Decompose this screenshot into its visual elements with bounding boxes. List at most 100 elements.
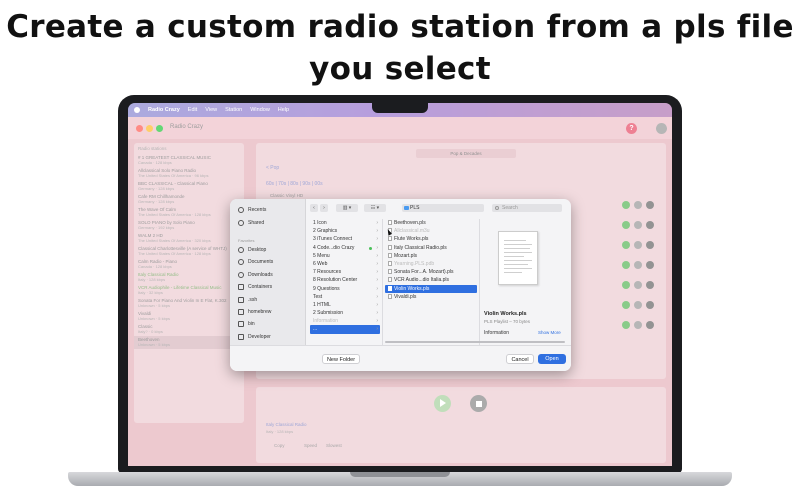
desktop-icon (238, 247, 244, 253)
menu-view[interactable]: View (205, 107, 217, 113)
headline-line-1: Create a custom radio station from a pls… (6, 9, 794, 45)
folder-list-item[interactable]: 2 Submission › (310, 309, 380, 317)
file-name: Beethoven.pls (394, 220, 426, 226)
menu-help[interactable]: Help (278, 107, 289, 113)
laptop-screen: Radio Crazy Edit View Station Window Hel… (128, 103, 672, 466)
file-list-item[interactable]: Mozart.pls (385, 252, 477, 260)
folder-name: 3 iTunes Connect (313, 236, 353, 243)
sidebar-item-location[interactable]: Downloads (238, 271, 273, 278)
menu-station[interactable]: Station (225, 107, 242, 113)
sidebar-item-location[interactable]: .ssh (238, 296, 257, 303)
folder-list-item[interactable]: 7 Resources › (310, 268, 380, 276)
search-icon (495, 206, 499, 210)
folder-name: 1 HTML (313, 301, 331, 308)
sidebar-item-location[interactable]: homebrew (238, 309, 271, 315)
dialog-toolbar: ‹ › ▥ ▾ ☷ ▾ PLS Search (306, 199, 571, 217)
file-icon (388, 293, 392, 299)
sidebar-item-location[interactable]: Developer (238, 333, 271, 340)
file-list-item[interactable]: Flute Works.pls (385, 235, 477, 243)
back-arrow-icon[interactable]: ‹ (310, 204, 318, 212)
folder-list-item[interactable]: 3 iTunes Connect › (310, 235, 380, 243)
folder-list-item[interactable]: 1 HTML › (310, 301, 380, 309)
file-name: Violin Works.pls (394, 285, 430, 292)
file-icon (388, 236, 392, 242)
file-name: Allclassical.m3u (394, 228, 430, 235)
column-view-icon[interactable]: ▥ ▾ (336, 204, 358, 212)
horizontal-scrollbar[interactable] (385, 341, 565, 343)
doc-line (504, 256, 524, 257)
sidebar-item-recents[interactable]: Recents (238, 207, 266, 213)
folder-list-item[interactable]: ... › (310, 325, 380, 334)
sidebar-item-shared[interactable]: Shared (238, 220, 264, 226)
folder-name: 5 Menu (313, 252, 330, 259)
headline: Create a custom radio station from a pls… (0, 6, 800, 90)
folder-name: 6 Web (313, 260, 328, 267)
column-divider[interactable] (382, 219, 383, 345)
folder-name: 2 Graphics (313, 228, 338, 235)
search-input[interactable]: Search (492, 204, 562, 212)
cancel-button[interactable]: Cancel (506, 354, 534, 364)
status-dot-icon (369, 246, 372, 250)
folder-icon (238, 309, 244, 315)
folder-list-item[interactable]: 6 Web › (310, 260, 380, 268)
sidebar-item-label: Desktop (248, 247, 267, 253)
menu-edit[interactable]: Edit (188, 107, 197, 113)
group-view-icon[interactable]: ☷ ▾ (364, 204, 386, 212)
file-list-item[interactable]: Yearning.PLS.pdb (385, 260, 477, 268)
path-label: PLS (410, 205, 420, 211)
menu-app-name[interactable]: Radio Crazy (148, 107, 180, 113)
dialog-footer: New Folder Cancel Open (230, 345, 571, 371)
sidebar-item-location[interactable]: Documents (238, 259, 273, 266)
folder-list-item[interactable]: 2 Graphics › (310, 227, 380, 235)
file-preview: Violin Works.pls PLS Playlist – 70 bytes… (482, 219, 568, 345)
browser-column-1: 1 Icon › 2 Graphics › 3 iTunes Connect › 4 Cod… (310, 219, 380, 345)
chevron-right-icon: › (376, 220, 378, 226)
search-placeholder: Search (502, 205, 518, 211)
show-more-link[interactable]: Show More (538, 330, 561, 335)
sidebar-item-location[interactable]: bin (238, 321, 255, 328)
path-popup[interactable]: PLS (402, 204, 484, 212)
file-list-item[interactable]: Violin Works.pls (385, 284, 477, 293)
file-list-item[interactable]: Sonata For...A. Mozart).pls (385, 268, 477, 276)
file-icon (388, 260, 392, 266)
chevron-right-icon: › (376, 293, 378, 300)
file-icon (388, 277, 392, 283)
file-list-item[interactable]: Allclassical.m3u (385, 227, 477, 235)
doc-line (504, 252, 532, 253)
folder-icon (404, 206, 409, 210)
sidebar-item-label: Shared (248, 220, 265, 226)
column-divider[interactable] (479, 219, 480, 345)
sidebar-item-location[interactable]: Containers (238, 284, 273, 291)
apple-icon[interactable] (134, 107, 140, 113)
file-list-item[interactable]: Italy Classical Radio.pls (385, 244, 477, 252)
folder-list-item[interactable]: 8 Resolution Center › (310, 276, 380, 284)
new-folder-button[interactable]: New Folder (322, 354, 360, 364)
browser-column-2: Beethoven.pls Allclassical.m3u Flute Works… (385, 219, 477, 345)
chevron-right-icon: › (376, 236, 378, 243)
menu-window[interactable]: Window (250, 107, 270, 113)
folder-list-item[interactable]: 9 Questions › (310, 285, 380, 293)
open-button[interactable]: Open (538, 354, 566, 364)
doc-line (504, 260, 532, 261)
sidebar-item-location[interactable]: Desktop (238, 247, 266, 253)
open-file-dialog: Recents Shared Favorites Desktop Document… (230, 199, 571, 371)
folder-icon (238, 333, 244, 340)
file-list-item[interactable]: Vivaldi.pls (385, 293, 477, 301)
file-list-item[interactable]: VCR Audio...dio Italia.pls (385, 276, 477, 284)
sidebar-item-label: bin (248, 321, 255, 328)
folder-list-item[interactable]: Test › (310, 293, 380, 301)
folder-list-item[interactable]: Information › (310, 317, 380, 325)
sidebar-item-label: homebrew (248, 309, 272, 315)
file-icon (388, 252, 392, 258)
file-name: Yearning.PLS.pdb (394, 260, 435, 267)
chevron-right-icon: › (376, 285, 378, 292)
folder-list-item[interactable]: 4 Code...dio Crazy › (310, 244, 380, 252)
folder-list-item[interactable]: 5 Menu › (310, 252, 380, 260)
download-icon (238, 271, 244, 278)
folder-list-item[interactable]: 1 Icon › (310, 219, 380, 227)
forward-arrow-icon[interactable]: › (320, 204, 328, 212)
file-list-item[interactable]: Beethoven.pls (385, 219, 477, 227)
dialog-sidebar: Recents Shared Favorites Desktop Document… (230, 199, 306, 365)
sidebar-item-label: Containers (248, 284, 273, 291)
folder-name: ... (313, 326, 318, 333)
